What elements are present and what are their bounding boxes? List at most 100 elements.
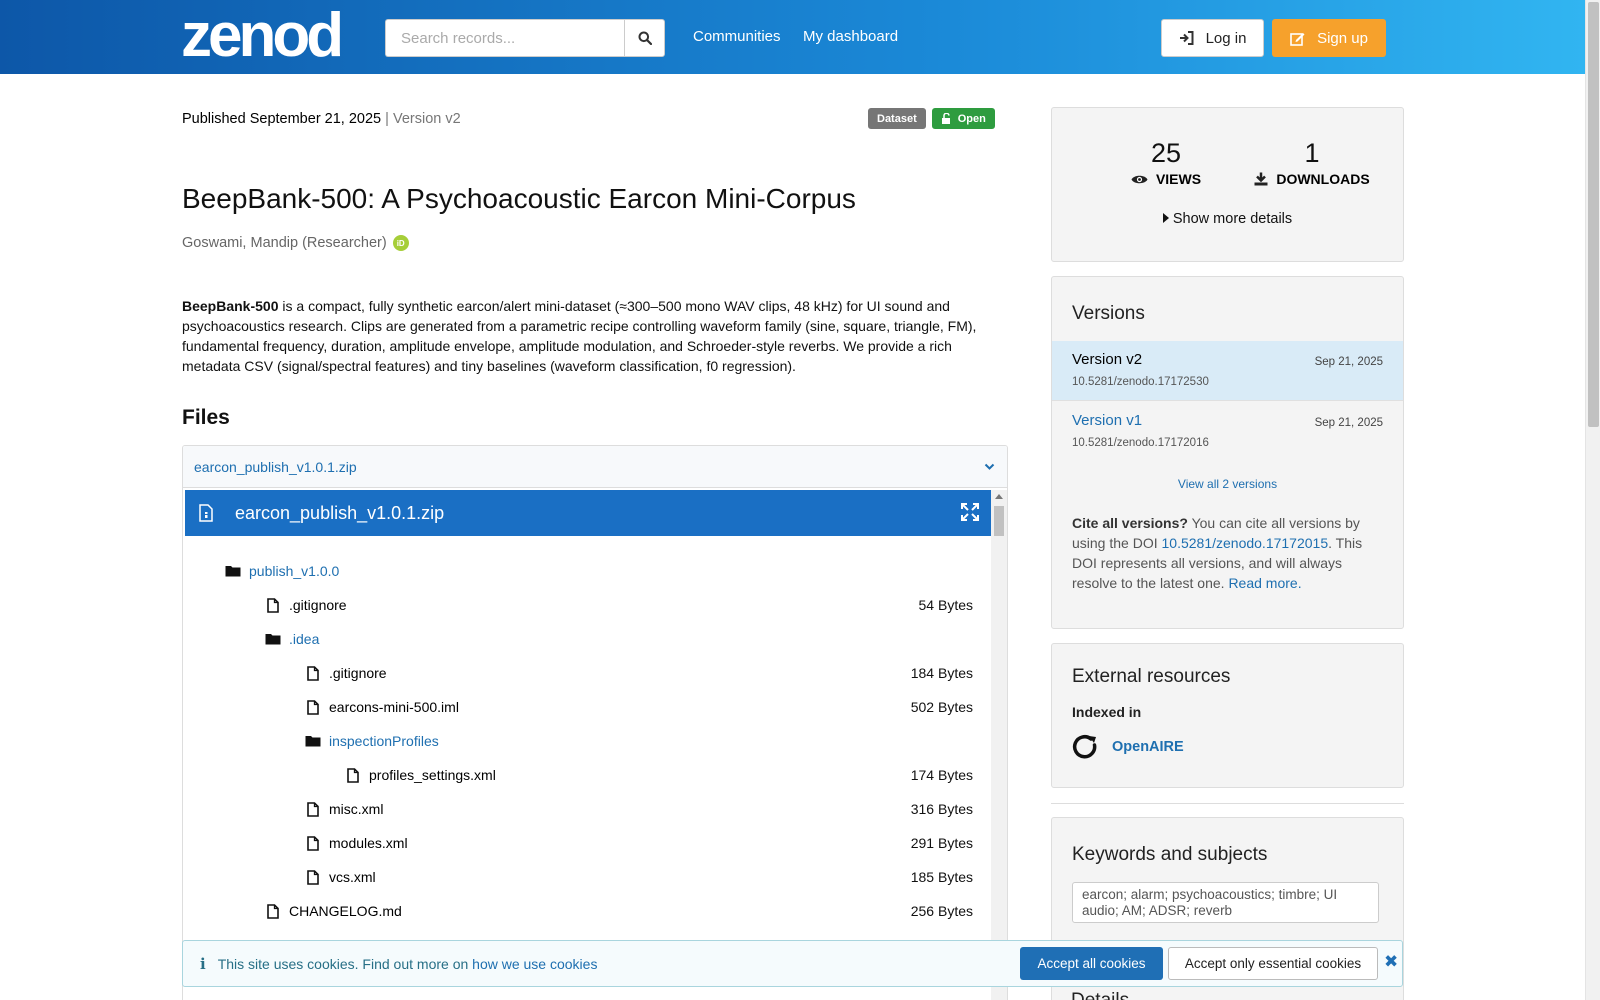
sidebar-divider bbox=[1051, 803, 1404, 804]
close-icon[interactable]: ✖ bbox=[1384, 952, 1398, 972]
login-button[interactable]: Log in bbox=[1161, 19, 1264, 57]
preview-scrollbar[interactable] bbox=[991, 490, 1007, 1000]
downloads-label-text: DOWNLOADS bbox=[1276, 171, 1370, 187]
file-row: .gitignore 54 Bytes bbox=[185, 588, 993, 622]
show-more-details-label: Show more details bbox=[1172, 211, 1293, 227]
author-line: Goswami, Mandip (Researcher) iD bbox=[182, 235, 409, 251]
file-row: .gitignore 184 Bytes bbox=[185, 656, 993, 690]
download-icon bbox=[1254, 172, 1268, 186]
file-icon bbox=[305, 665, 321, 681]
file-row: earcons-mini-500.iml 502 Bytes bbox=[185, 690, 993, 724]
views-count: 25 bbox=[1150, 138, 1182, 168]
external-resources-card: External resources Indexed in OpenAIRE bbox=[1051, 643, 1404, 788]
file-icon bbox=[265, 597, 281, 613]
files-accordion-header[interactable]: earcon_publish_v1.0.1.zip bbox=[183, 446, 1007, 488]
zenodo-logo[interactable]: zenodo bbox=[181, 6, 341, 62]
search-button[interactable] bbox=[624, 19, 665, 57]
file-size: 185 Bytes bbox=[910, 869, 973, 885]
views-stat: 25 VIEWS bbox=[1114, 138, 1218, 187]
preview-scrollbar-thumb[interactable] bbox=[994, 506, 1004, 536]
folder-row[interactable]: .idea bbox=[185, 622, 993, 656]
file-row: misc.xml 316 Bytes bbox=[185, 792, 993, 826]
keywords-heading: Keywords and subjects bbox=[1072, 844, 1268, 865]
file-preview: earcon_publish_v1.0.1.zip publish_v1.0.0… bbox=[185, 490, 993, 1000]
chevron-down-icon[interactable] bbox=[984, 463, 995, 471]
eye-icon bbox=[1131, 175, 1148, 183]
author-name[interactable]: Goswami, Mandip (Researcher) bbox=[182, 235, 387, 251]
publication-date: Published September 21, 2025 bbox=[182, 111, 382, 127]
access-badge-label: Open bbox=[957, 112, 986, 125]
version-doi: 10.5281/zenodo.17172016 bbox=[1072, 437, 1209, 449]
files-panel: earcon_publish_v1.0.1.zip earcon_publish… bbox=[182, 445, 1008, 1000]
views-label: VIEWS bbox=[1114, 171, 1218, 187]
signup-button[interactable]: Sign up bbox=[1272, 19, 1386, 57]
record-version: Version v2 bbox=[392, 111, 461, 127]
login-label: Log in bbox=[1205, 29, 1247, 47]
external-resources-heading: External resources bbox=[1072, 666, 1231, 687]
view-all-versions-link[interactable]: View all 2 versions bbox=[1052, 477, 1403, 491]
stats-card: 25 VIEWS 1 DOWNLOADS Show more details bbox=[1051, 107, 1404, 262]
file-size: 291 Bytes bbox=[910, 835, 973, 851]
versions-card: Versions Version v2 Sep 21, 2025 10.5281… bbox=[1051, 276, 1404, 629]
show-more-details[interactable]: Show more details bbox=[1052, 211, 1403, 227]
openaire-logo-icon bbox=[1072, 735, 1097, 759]
file-name: vcs.xml bbox=[329, 869, 376, 885]
file-name: earcons-mini-500.iml bbox=[329, 699, 459, 715]
file-icon bbox=[305, 801, 321, 817]
downloads-count: 1 bbox=[1304, 138, 1320, 168]
accept-essential-cookies-button[interactable]: Accept only essential cookies bbox=[1168, 947, 1378, 980]
accept-all-cookies-button[interactable]: Accept all cookies bbox=[1020, 947, 1163, 980]
folder-name[interactable]: publish_v1.0.0 bbox=[249, 563, 339, 579]
nav-my-dashboard[interactable]: My dashboard bbox=[803, 28, 898, 45]
file-row: CHANGELOG.md 256 Bytes bbox=[185, 894, 993, 928]
edit-icon bbox=[1290, 32, 1305, 46]
file-name: modules.xml bbox=[329, 835, 408, 851]
record-title: BeepBank-500: A Psychoacoustic Earcon Mi… bbox=[182, 183, 856, 214]
record-badges: Dataset Open bbox=[868, 108, 995, 129]
version-date: Sep 21, 2025 bbox=[1314, 417, 1383, 429]
read-more-link[interactable]: Read more. bbox=[1228, 575, 1301, 591]
search-icon bbox=[638, 31, 652, 45]
version-item[interactable]: Version v1 Sep 21, 2025 10.5281/zenodo.1… bbox=[1052, 402, 1403, 462]
page-scrollbar-thumb[interactable] bbox=[1588, 2, 1599, 427]
folder-name[interactable]: inspectionProfiles bbox=[329, 733, 439, 749]
record-description: BeepBank-500 is a compact, fully synthet… bbox=[182, 296, 992, 376]
keywords-list: earcon; alarm; psychoacoustics; timbre; … bbox=[1072, 882, 1379, 923]
signup-label: Sign up bbox=[1317, 29, 1368, 47]
folder-icon bbox=[225, 563, 241, 579]
concept-doi-link[interactable]: 10.5281/zenodo.17172015 bbox=[1162, 535, 1329, 551]
folder-icon bbox=[265, 631, 281, 647]
file-size: 316 Bytes bbox=[910, 801, 973, 817]
folder-name[interactable]: .idea bbox=[289, 631, 319, 647]
orcid-icon[interactable]: iD bbox=[392, 235, 409, 251]
file-row: vcs.xml 185 Bytes bbox=[185, 860, 993, 894]
zip-file-icon bbox=[199, 504, 213, 522]
folder-row[interactable]: inspectionProfiles bbox=[185, 724, 993, 758]
cite-all-versions: Cite all versions? You can cite all vers… bbox=[1072, 513, 1372, 593]
expand-icon[interactable] bbox=[961, 503, 979, 521]
search-input[interactable] bbox=[385, 19, 625, 57]
folder-row[interactable]: publish_v1.0.0 bbox=[185, 554, 993, 588]
openaire-link[interactable]: OpenAIRE bbox=[1072, 734, 1184, 760]
files-heading: Files bbox=[182, 406, 230, 429]
file-name: profiles_settings.xml bbox=[369, 767, 496, 783]
downloads-label: DOWNLOADS bbox=[1242, 171, 1382, 187]
file-row: profiles_settings.xml 174 Bytes bbox=[185, 758, 993, 792]
page-scrollbar[interactable] bbox=[1585, 0, 1600, 1000]
versions-heading: Versions bbox=[1072, 303, 1145, 324]
nav-communities[interactable]: Communities bbox=[693, 28, 781, 45]
scroll-up-arrow[interactable] bbox=[995, 494, 1003, 499]
file-size: 256 Bytes bbox=[910, 903, 973, 919]
indexed-in-label: Indexed in bbox=[1072, 704, 1142, 720]
description-text: is a compact, fully synthetic earcon/ale… bbox=[182, 298, 977, 374]
openaire-label[interactable]: OpenAIRE bbox=[1112, 739, 1184, 755]
archive-link[interactable]: earcon_publish_v1.0.1.zip bbox=[194, 459, 357, 475]
version-item[interactable]: Version v2 Sep 21, 2025 10.5281/zenodo.1… bbox=[1052, 341, 1403, 401]
sign-in-icon bbox=[1179, 31, 1194, 45]
cookie-policy-link[interactable]: how we use cookies bbox=[472, 956, 597, 972]
downloads-stat: 1 DOWNLOADS bbox=[1242, 138, 1382, 187]
cookie-banner: i This site uses cookies. Find out more … bbox=[182, 940, 1403, 987]
cite-heading: Cite all versions? bbox=[1072, 515, 1188, 531]
file-icon bbox=[305, 869, 321, 885]
file-icon bbox=[305, 699, 321, 715]
